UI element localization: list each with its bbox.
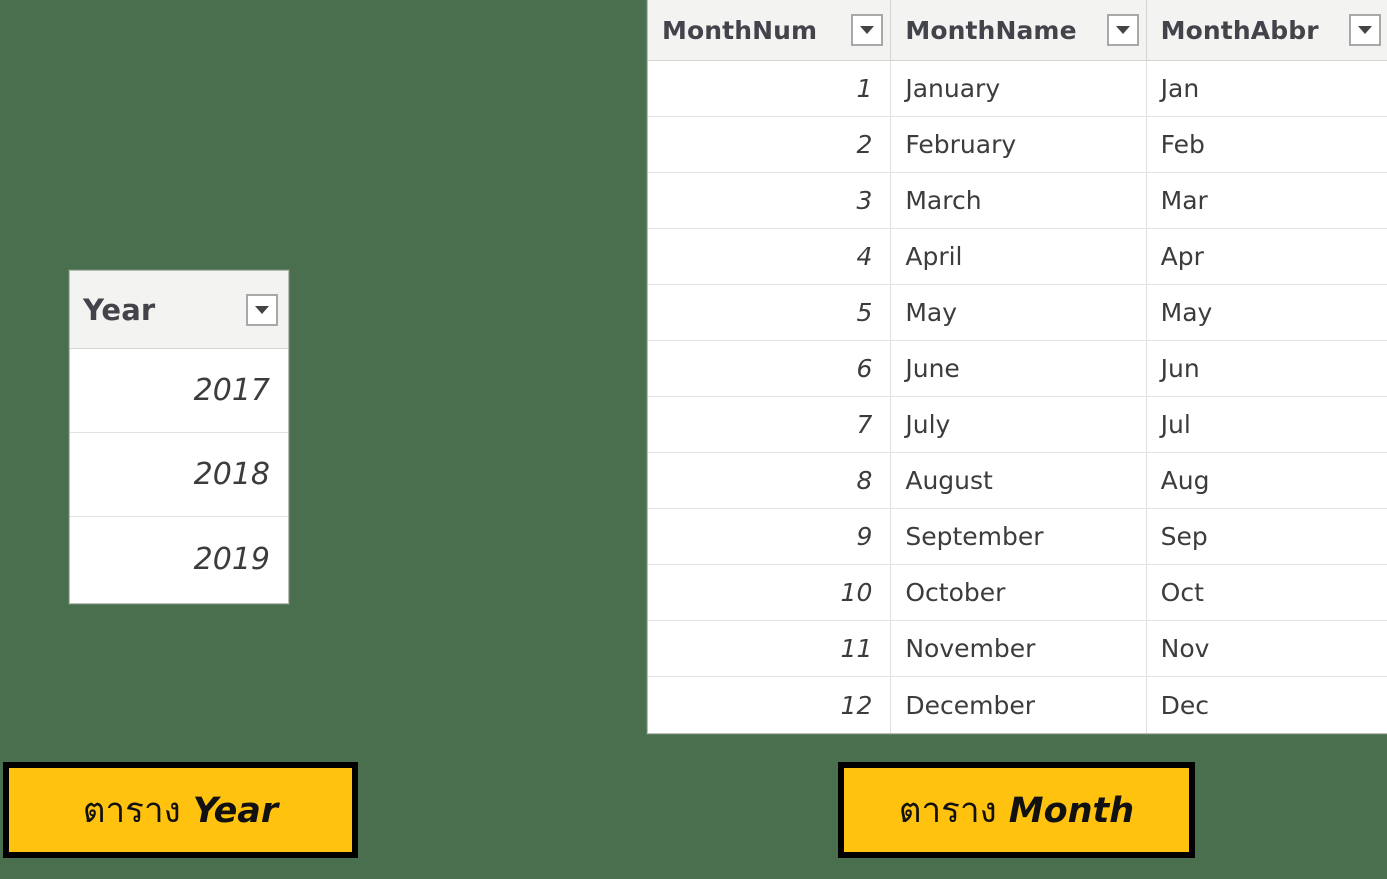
cell-monthnum: 9 (856, 522, 873, 551)
caption-year-prefix: ตาราง (82, 790, 181, 831)
column-header-monthname-label: MonthName (905, 15, 1077, 45)
cell-monthname: September (890, 509, 1145, 564)
cell-monthnum: 2 (856, 130, 873, 159)
year-table-header-row: Year (70, 271, 288, 349)
column-header-year-label: Year (83, 292, 156, 327)
table-row[interactable]: 11 November Nov (648, 621, 1387, 677)
cell-monthname: October (890, 565, 1145, 620)
chevron-down-icon (255, 305, 269, 314)
cell-monthabbr: Mar (1145, 173, 1387, 228)
cell-monthabbr: Apr (1145, 229, 1387, 284)
cell-monthnum: 8 (856, 466, 873, 495)
cell-monthname: March (890, 173, 1145, 228)
year-table: Year 2017 2018 2019 (69, 270, 289, 604)
cell-monthabbr: Sep (1145, 509, 1387, 564)
cell-monthname: May (890, 285, 1145, 340)
cell-monthnum: 10 (840, 578, 873, 607)
cell-monthabbr: Jun (1145, 341, 1387, 396)
table-row[interactable]: 6 June Jun (648, 341, 1387, 397)
cell-monthnum: 6 (856, 354, 873, 383)
cell-monthname: July (890, 397, 1145, 452)
cell-monthnum: 11 (840, 634, 873, 663)
cell-monthnum: 1 (856, 74, 873, 103)
caption-year-name: Year (192, 790, 279, 831)
caption-month-text: ตาราง Month (899, 783, 1134, 838)
table-row[interactable]: 9 September Sep (648, 509, 1387, 565)
cell-monthabbr: May (1145, 285, 1387, 340)
column-header-monthabbr-label: MonthAbbr (1160, 15, 1319, 45)
table-row[interactable]: 2019 (70, 517, 288, 602)
chevron-down-icon (860, 26, 875, 34)
cell-monthname: June (890, 341, 1145, 396)
monthname-filter-dropdown-button[interactable] (1106, 14, 1139, 46)
table-row[interactable]: 4 April Apr (648, 229, 1387, 285)
cell-monthnum: 4 (856, 242, 873, 271)
caption-month-prefix: ตาราง (898, 790, 997, 831)
column-header-monthabbr[interactable]: MonthAbbr (1145, 0, 1387, 60)
cell-monthabbr: Dec (1145, 677, 1387, 733)
column-header-year[interactable]: Year (70, 271, 288, 348)
table-row[interactable]: 2017 (70, 349, 288, 433)
table-row[interactable]: 8 August Aug (648, 453, 1387, 509)
cell-monthabbr: Aug (1145, 453, 1387, 508)
cell-monthnum: 12 (840, 690, 873, 720)
table-row[interactable]: 1 January Jan (648, 61, 1387, 117)
chevron-down-icon (1115, 26, 1130, 34)
cell-monthname: February (890, 117, 1145, 172)
table-row[interactable]: 2 February Feb (648, 117, 1387, 173)
table-row[interactable]: 7 July Jul (648, 397, 1387, 453)
canvas: Year 2017 2018 2019 MonthNum MonthName M… (0, 0, 1387, 879)
column-header-monthnum[interactable]: MonthNum (648, 0, 890, 60)
column-header-monthnum-label: MonthNum (662, 15, 818, 45)
cell-monthnum: 3 (856, 186, 873, 215)
table-row[interactable]: 5 May May (648, 285, 1387, 341)
cell-monthabbr: Oct (1145, 565, 1387, 620)
year-filter-dropdown-button[interactable] (246, 293, 278, 326)
chevron-down-icon (1358, 26, 1372, 34)
cell-monthname: August (890, 453, 1145, 508)
cell-monthname: November (890, 621, 1145, 676)
cell-monthabbr: Feb (1145, 117, 1387, 172)
table-row[interactable]: 10 October Oct (648, 565, 1387, 621)
month-table: MonthNum MonthName MonthAbbr 1 January J… (647, 0, 1387, 734)
cell-monthname: April (890, 229, 1145, 284)
column-header-monthname[interactable]: MonthName (890, 0, 1145, 60)
table-row[interactable]: 3 March Mar (648, 173, 1387, 229)
month-table-body: 1 January Jan 2 February Feb 3 March Mar 4 April Ap… (648, 61, 1387, 733)
cell-year: 2017 (193, 373, 270, 408)
table-row[interactable]: 2018 (70, 433, 288, 517)
caption-year-table: ตาราง Year (3, 762, 358, 858)
cell-monthname: January (890, 61, 1145, 116)
caption-month-table: ตาราง Month (838, 762, 1195, 858)
cell-monthname: December (890, 677, 1145, 733)
cell-monthnum: 7 (856, 410, 873, 439)
cell-year: 2019 (193, 542, 270, 577)
cell-monthnum: 5 (856, 298, 873, 327)
monthnum-filter-dropdown-button[interactable] (851, 14, 884, 46)
caption-month-name: Month (1008, 790, 1135, 831)
cell-monthabbr: Nov (1145, 621, 1387, 676)
month-table-header-row: MonthNum MonthName MonthAbbr (648, 0, 1387, 61)
table-row[interactable]: 12 December Dec (648, 677, 1387, 733)
cell-year: 2018 (193, 457, 270, 492)
cell-monthabbr: Jul (1145, 397, 1387, 452)
caption-year-text: ตาราง Year (83, 783, 278, 838)
monthabbr-filter-dropdown-button[interactable] (1349, 14, 1381, 46)
cell-monthabbr: Jan (1145, 61, 1387, 116)
